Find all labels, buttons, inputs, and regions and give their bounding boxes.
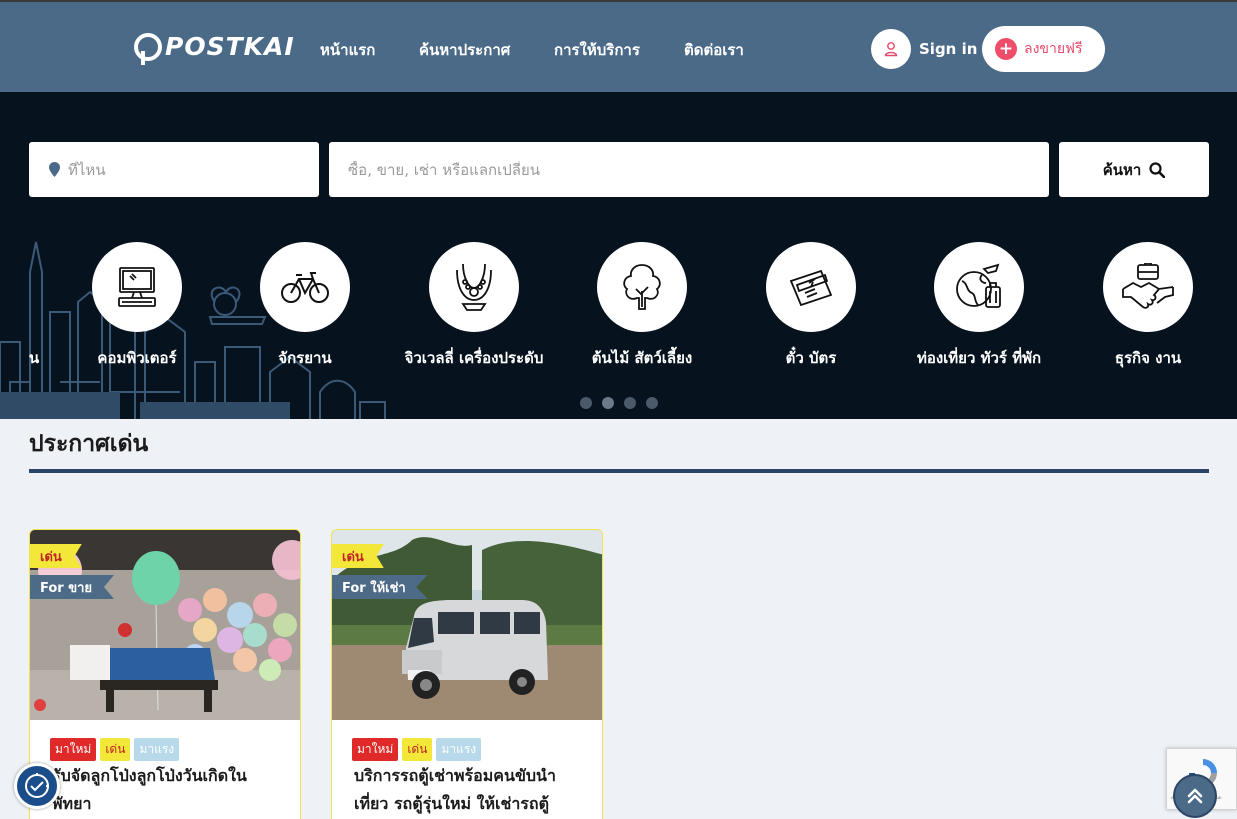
post-free-label: ลงขายฟรี [1024,41,1083,57]
category-label-jewelry[interactable]: จิวเวลลี่ เครื่องประดับ [405,346,544,370]
category-computer[interactable] [92,242,182,332]
section-divider [29,469,1209,473]
listing-type-ribbon: For ขาย [30,575,115,599]
carousel-dot-3[interactable] [624,397,636,409]
tag-hot: มาแรง [436,738,482,761]
tag-new: มาใหม่ [352,738,399,761]
search-icon [1149,161,1166,178]
location-field[interactable] [29,142,319,197]
category-business-jobs[interactable] [1103,242,1193,332]
listing-tags: มาใหม่ เด่น มาแรง [50,738,180,761]
listing-card[interactable]: เด่น For ขาย มาใหม่ เด่น มาแรง รับจัดลูก… [29,529,301,819]
plus-icon: + [995,38,1017,60]
travel-icon [956,263,1001,308]
listing-tags: มาใหม่ เด่น มาแรง [352,738,482,761]
listing-card[interactable]: เด่น For ให้เช่า มาใหม่ เด่น มาแรง บริกา… [331,529,603,819]
signin-link[interactable]: Sign in [871,29,977,69]
category-plants-pets[interactable] [597,242,687,332]
category-jewelry[interactable] [429,242,519,332]
category-label-computer[interactable]: คอมพิวเตอร์ [97,346,176,370]
category-label-bicycle[interactable]: จักรยาน [278,346,331,370]
accessibility-icon [25,773,49,798]
tag-featured: เด่น [402,738,433,761]
category-label-partial[interactable]: น [29,346,39,370]
location-pin-icon [49,162,60,177]
search-button-label: ค้นหา [1102,160,1142,179]
category-label-plants-pets[interactable]: ต้นไม้ สัตว์เลี้ยง [592,346,692,370]
nav-services[interactable]: การให้บริการ [554,38,640,62]
accessibility-button[interactable] [14,763,60,809]
carousel-dot-2[interactable] [602,397,614,409]
category-label-tickets[interactable]: ตั๋ว บัตร [786,346,837,370]
tree-icon [623,264,661,310]
category-travel[interactable] [934,242,1024,332]
category-bicycle[interactable] [260,242,350,332]
site-logo[interactable]: POSTKAI [134,32,295,65]
handshake-icon [1122,263,1174,309]
location-input[interactable] [68,160,311,179]
search-button[interactable]: ค้นหา [1059,142,1209,197]
category-tickets[interactable] [766,242,856,332]
listing-type-ribbon: For ให้เช่า [332,575,428,599]
tag-hot: มาแรง [134,738,180,761]
signin-label: Sign in [919,40,978,58]
logo-mark-icon [134,32,162,65]
nav-contact[interactable]: ติดต่อเรา [684,38,744,62]
listing-title[interactable]: รับจัดลูกโป่งลูกโป่งวันเกิดในพัทยา [52,762,282,818]
double-chevron-up-icon [1187,788,1203,804]
necklace-icon [456,263,492,311]
post-free-button[interactable]: + ลงขายฟรี [982,26,1105,72]
featured-ribbon: เด่น [332,544,384,568]
listing-title[interactable]: บริการรถตู้เช่าพร้อมคนขับนำเที่ยว รถตู้ร… [354,762,584,818]
category-label-business-jobs[interactable]: ธุรกิจ งาน [1115,346,1181,370]
featured-ribbon: เด่น [30,544,82,568]
nav-search-listings[interactable]: ค้นหาประกาศ [419,38,510,62]
scroll-to-top-button[interactable] [1173,774,1217,818]
user-icon [871,29,911,69]
category-label-travel[interactable]: ท่องเที่ยว ทัวร์ ที่พัก [917,346,1041,370]
carousel-dot-1[interactable] [580,397,592,409]
site-header: POSTKAI หน้าแรก ค้นหาประกาศ การให้บริการ… [0,0,1237,92]
logo-text: POSTKAI [165,32,295,61]
ticket-icon [789,269,833,307]
keyword-field[interactable] [329,142,1049,197]
tag-new: มาใหม่ [50,738,97,761]
carousel-dots [580,397,658,409]
keyword-input[interactable] [348,160,979,179]
computer-icon [118,267,156,307]
featured-section-title: ประกาศเด่น [29,431,149,457]
nav-home[interactable]: หน้าแรก [320,38,375,62]
carousel-dot-4[interactable] [646,397,658,409]
bicycle-icon [281,272,329,303]
tag-featured: เด่น [100,738,131,761]
hero-banner: ค้นหา [0,92,1237,419]
